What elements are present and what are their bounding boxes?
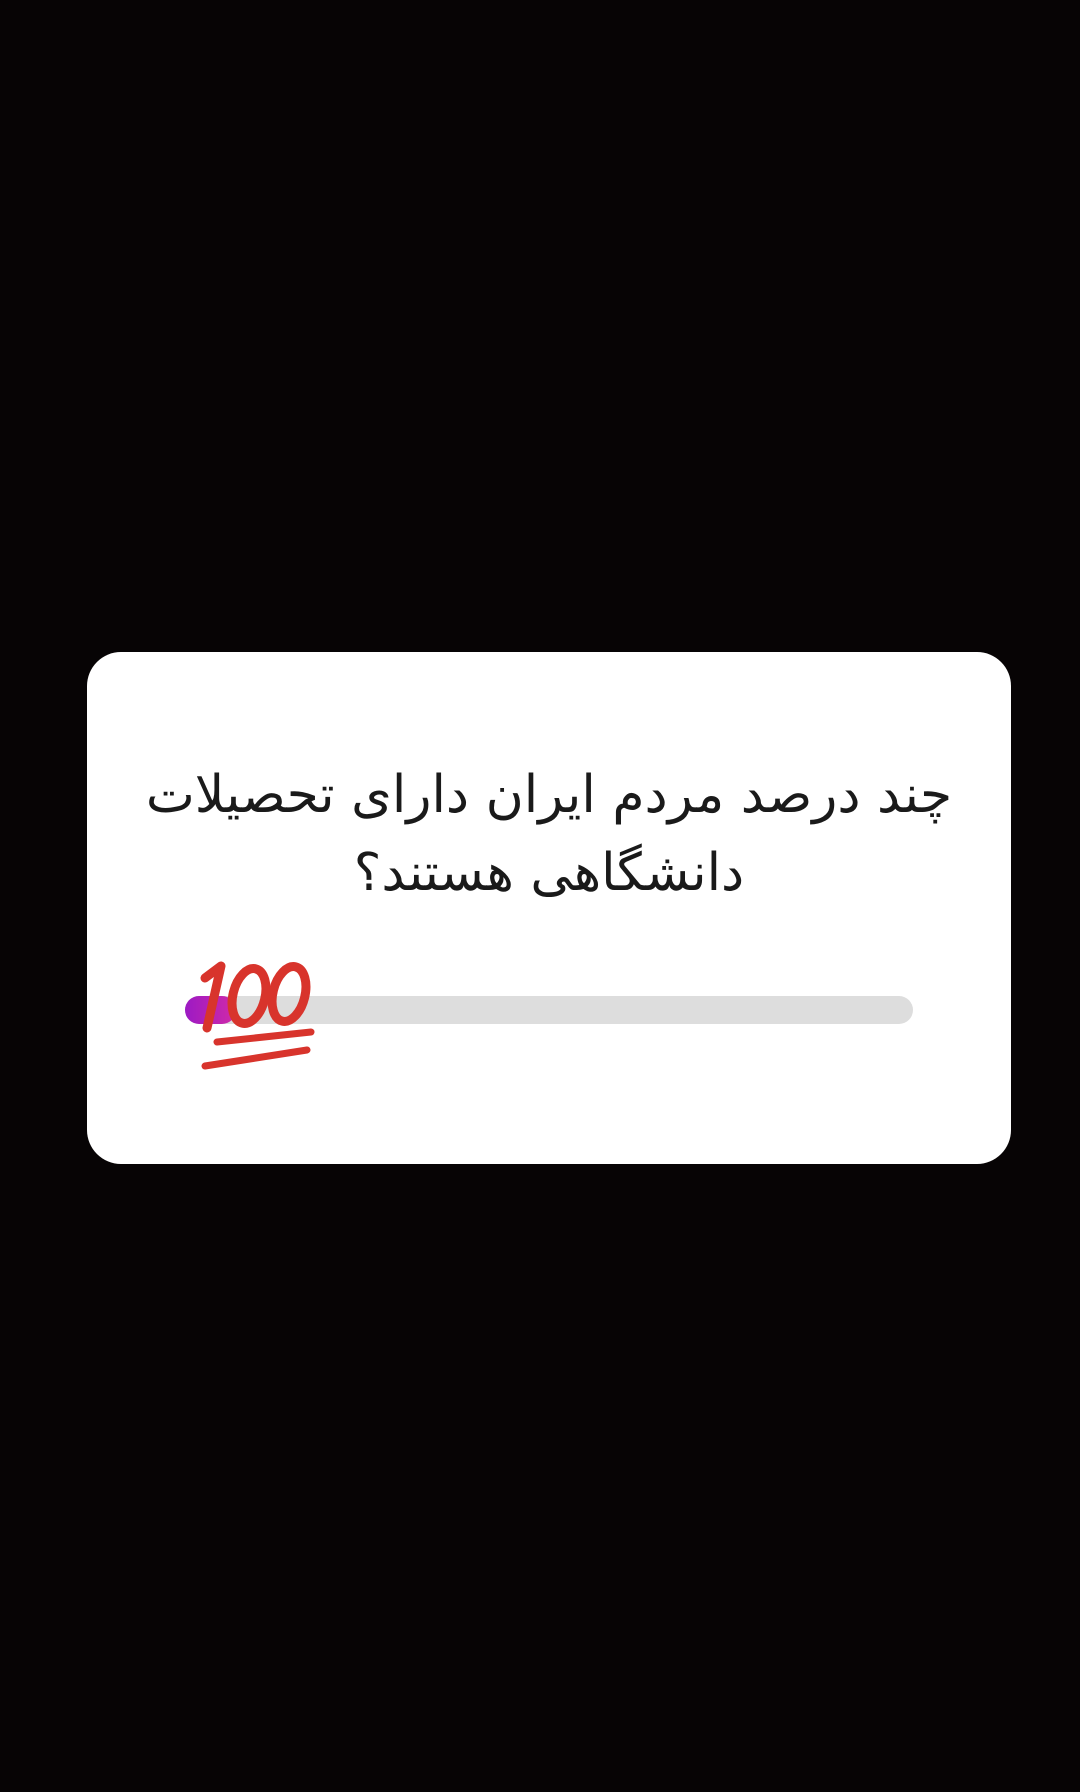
story-screen: چند درصد مردم ایران دارای تحصیلات دانشگا… — [0, 0, 1080, 1792]
slider-poll-card: چند درصد مردم ایران دارای تحصیلات دانشگا… — [87, 652, 1011, 1164]
hundred-points-emoji-icon — [200, 961, 315, 1070]
slider-thumb[interactable] — [197, 954, 319, 1074]
poll-question: چند درصد مردم ایران دارای تحصیلات دانشگا… — [145, 765, 953, 903]
